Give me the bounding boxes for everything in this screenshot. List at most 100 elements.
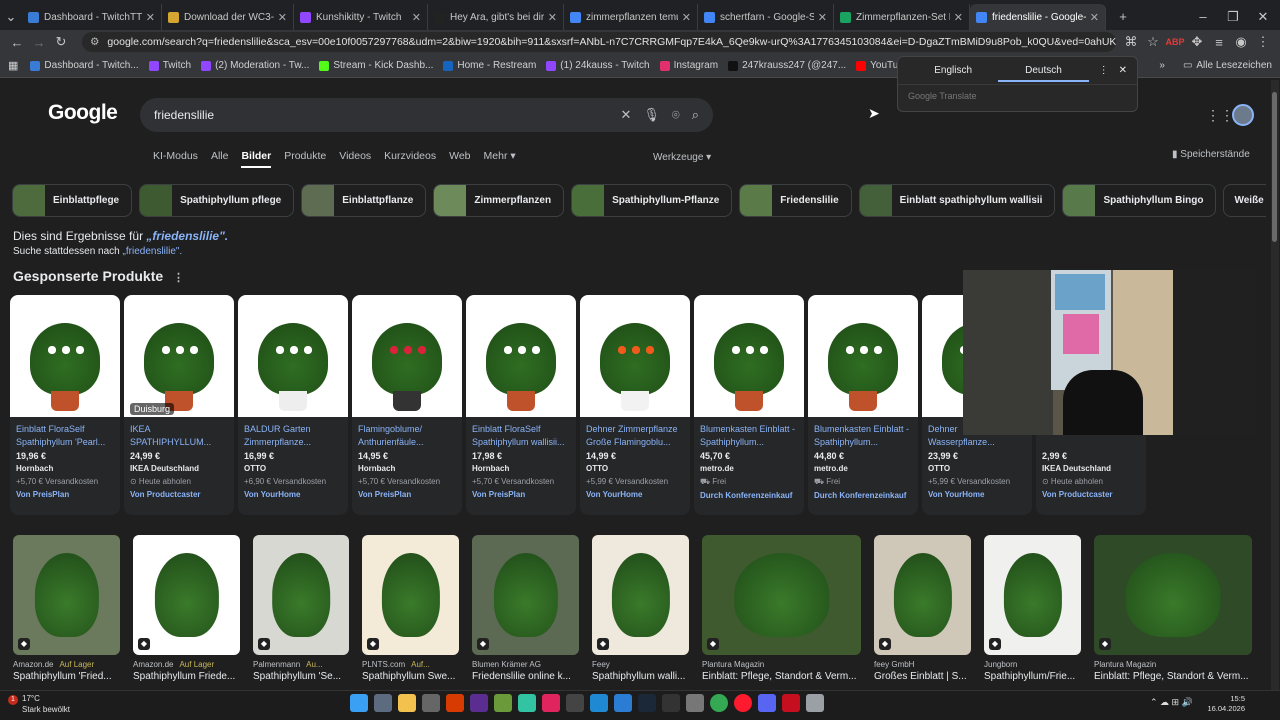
image-thumbnail[interactable]: ◆ — [253, 535, 349, 655]
red-circle-icon[interactable] — [542, 694, 560, 712]
avatar[interactable] — [1232, 104, 1254, 126]
product-title[interactable]: Blumenkasten Einblatt - Spathiphyllum... — [808, 417, 918, 449]
bookmark-star-icon[interactable]: ☆ — [1142, 34, 1164, 50]
address-bar[interactable]: ⚙ google.com/search?q=friedenslilie&sca_… — [82, 32, 1116, 52]
tab-search-icon[interactable]: ⌄ — [0, 4, 22, 30]
system-tray[interactable]: ⌃ ☁ ⊞ 🔊 — [1150, 697, 1193, 708]
scrollbar[interactable] — [1271, 80, 1279, 690]
mouse-app-icon[interactable] — [422, 694, 440, 712]
bookmark-item[interactable]: Dashboard - Twitch... — [30, 60, 139, 71]
product-title[interactable]: Einblatt FloraSelf Spathiphyllum wallisi… — [466, 417, 576, 449]
weather-widget[interactable]: 1 17°C Stark bewölkt — [8, 694, 70, 715]
image-result[interactable]: ◆ Jungborn Spathiphyllum/Frie... — [984, 535, 1081, 687]
translate-to[interactable]: Deutsch — [998, 65, 1089, 82]
search-tab[interactable]: Bilder — [241, 150, 272, 168]
filter-chip[interactable]: Einblattpflege — [12, 184, 133, 217]
image-title[interactable]: Spathiphyllum Swe... — [362, 671, 459, 682]
search-tab[interactable]: KI-Modus — [153, 150, 198, 168]
bookmark-item[interactable]: Twitch — [148, 60, 191, 71]
close-window-icon[interactable]: ✕ — [1252, 4, 1274, 30]
image-result[interactable]: ◆ Amazon.de Auf Lager Spathiphyllum Friede.… — [133, 535, 240, 687]
more-options-icon[interactable]: ⋮ — [173, 272, 184, 284]
image-title[interactable]: Friedenslilie online k... — [472, 671, 579, 682]
red-app-icon[interactable] — [446, 694, 464, 712]
image-thumbnail[interactable]: ◆ — [472, 535, 579, 655]
product-image[interactable] — [352, 295, 462, 417]
image-thumbnail[interactable]: ◆ — [702, 535, 861, 655]
image-title[interactable]: Großes Einblatt | S... — [874, 671, 971, 682]
product-source[interactable]: Von YourHome — [238, 486, 348, 499]
translate-close-icon[interactable]: ✕ — [1119, 65, 1127, 76]
result-term[interactable]: „friedenslilie". — [146, 229, 228, 243]
product-source[interactable]: Von PreisPlan — [466, 486, 576, 499]
forward-icon[interactable]: → — [28, 35, 50, 50]
product-card[interactable]: Einblatt FloraSelf Spathiphyllum wallisi… — [466, 295, 576, 515]
product-source[interactable]: Von Productcaster — [124, 486, 234, 499]
image-result[interactable]: ◆ Feey Spathiphyllum walli... — [592, 535, 689, 687]
tools-button[interactable]: Werkzeuge ▾ — [653, 152, 711, 163]
filter-chip[interactable]: Einblatt spathiphyllum wallisii — [858, 184, 1056, 217]
camera-search-icon[interactable]: ⌾ — [672, 107, 680, 123]
media-icon[interactable]: ≡ — [1208, 35, 1230, 50]
translate-icon[interactable]: ⌘ — [1120, 34, 1142, 50]
filter-chip[interactable]: Spathiphyllum Bingo — [1062, 184, 1217, 217]
browser-tab[interactable]: schertfarn - Google-Such ✕ — [698, 4, 834, 30]
chrome-icon[interactable] — [710, 694, 728, 712]
filter-chip[interactable]: Friedenslilie — [739, 184, 852, 217]
tab-close-icon[interactable]: ✕ — [1090, 11, 1099, 24]
bookmark-item[interactable]: Home - Restream — [443, 60, 536, 71]
clock[interactable]: 15:5 16.04.2026 — [1205, 694, 1245, 714]
photos-icon[interactable] — [614, 694, 632, 712]
image-thumbnail[interactable]: ◆ — [874, 535, 971, 655]
product-source[interactable]: Von Productcaster — [1036, 486, 1146, 499]
image-result[interactable]: ◆ Amazon.de Auf Lager Spathiphyllum 'Fried.… — [13, 535, 120, 687]
product-image[interactable] — [808, 295, 918, 417]
discord-icon[interactable] — [758, 694, 776, 712]
new-tab-icon[interactable]: + — [1112, 4, 1134, 30]
obs-icon[interactable] — [566, 694, 584, 712]
tab-close-icon[interactable]: ✕ — [548, 11, 557, 24]
extensions-icon[interactable]: ✥ — [1186, 34, 1208, 50]
mic-icon[interactable]: 🎙 — [643, 107, 660, 123]
product-source[interactable]: Durch Konferenzeinkauf — [808, 487, 918, 500]
image-result[interactable]: ◆ PLNTS.com Auf... Spathiphyllum Swe... — [362, 535, 459, 687]
search-tab[interactable]: Produkte — [284, 150, 326, 168]
image-result[interactable]: ◆ Blumen Krämer AG Friedenslilie online k.… — [472, 535, 579, 687]
image-title[interactable]: Spathiphyllum/Frie... — [984, 671, 1081, 682]
image-thumbnail[interactable]: ◆ — [592, 535, 689, 655]
back-icon[interactable]: ← — [6, 35, 28, 50]
scrollbar-thumb[interactable] — [1272, 92, 1277, 242]
product-title[interactable]: Dehner Zimmerpflanze Große Flamingoblu..… — [580, 417, 690, 449]
search-tab[interactable]: Alle — [211, 150, 229, 168]
media-player-icon[interactable] — [782, 694, 800, 712]
filter-chip[interactable]: Spathiphyllum-Pflanze — [571, 184, 733, 217]
product-card[interactable]: Flamingoblume/ Anthurienfäule... 14,95 € H… — [352, 295, 462, 515]
minimize-icon[interactable]: – — [1192, 4, 1214, 30]
image-result[interactable]: ◆ Palmenmann Au... Spathiphyllum 'Se... — [253, 535, 349, 687]
adblock-icon[interactable]: ABP — [1164, 37, 1186, 47]
image-thumbnail[interactable]: ◆ — [362, 535, 459, 655]
bookmark-item[interactable]: Instagram — [659, 60, 718, 71]
steam-icon[interactable] — [638, 694, 656, 712]
bookmark-item[interactable]: 247krauss247 (@247... — [728, 60, 846, 71]
product-title[interactable]: Einblatt FloraSelf Spathiphyllum 'Pearl.… — [10, 417, 120, 449]
search-box[interactable]: friedenslilie ✕ 🎙 ⌾ ⌕ — [140, 98, 713, 132]
search-tab[interactable]: Web — [449, 150, 470, 168]
product-image[interactable] — [238, 295, 348, 417]
image-title[interactable]: Spathiphyllum walli... — [592, 671, 689, 682]
product-card[interactable]: Blumenkasten Einblatt - Spathiphyllum...… — [694, 295, 804, 515]
reload-icon[interactable]: ↻ — [50, 34, 72, 50]
filter-chip[interactable]: Spathiphyllum pflege — [139, 184, 295, 217]
image-title[interactable]: Spathiphyllum 'Se... — [253, 671, 349, 682]
product-card[interactable]: Dehner Zimmerpflanze Große Flamingoblu..… — [580, 295, 690, 515]
product-title[interactable]: IKEA SPATHIPHYLLUM... — [124, 417, 234, 449]
image-title[interactable]: Einblatt: Pflege, Standort & Verm... — [702, 671, 861, 682]
browser-tab[interactable]: friedenslilie - Google-Su ✕ — [970, 4, 1106, 30]
bookmark-item[interactable]: (1) 24kauss - Twitch — [546, 60, 650, 71]
image-thumbnail[interactable]: ◆ — [1094, 535, 1252, 655]
product-card[interactable]: Blumenkasten Einblatt - Spathiphyllum...… — [808, 295, 918, 515]
tab-close-icon[interactable]: ✕ — [146, 11, 155, 24]
product-card[interactable]: Einblatt FloraSelf Spathiphyllum 'Pearl.… — [10, 295, 120, 515]
minecraft-icon[interactable] — [494, 694, 512, 712]
tab-close-icon[interactable]: ✕ — [954, 11, 963, 24]
